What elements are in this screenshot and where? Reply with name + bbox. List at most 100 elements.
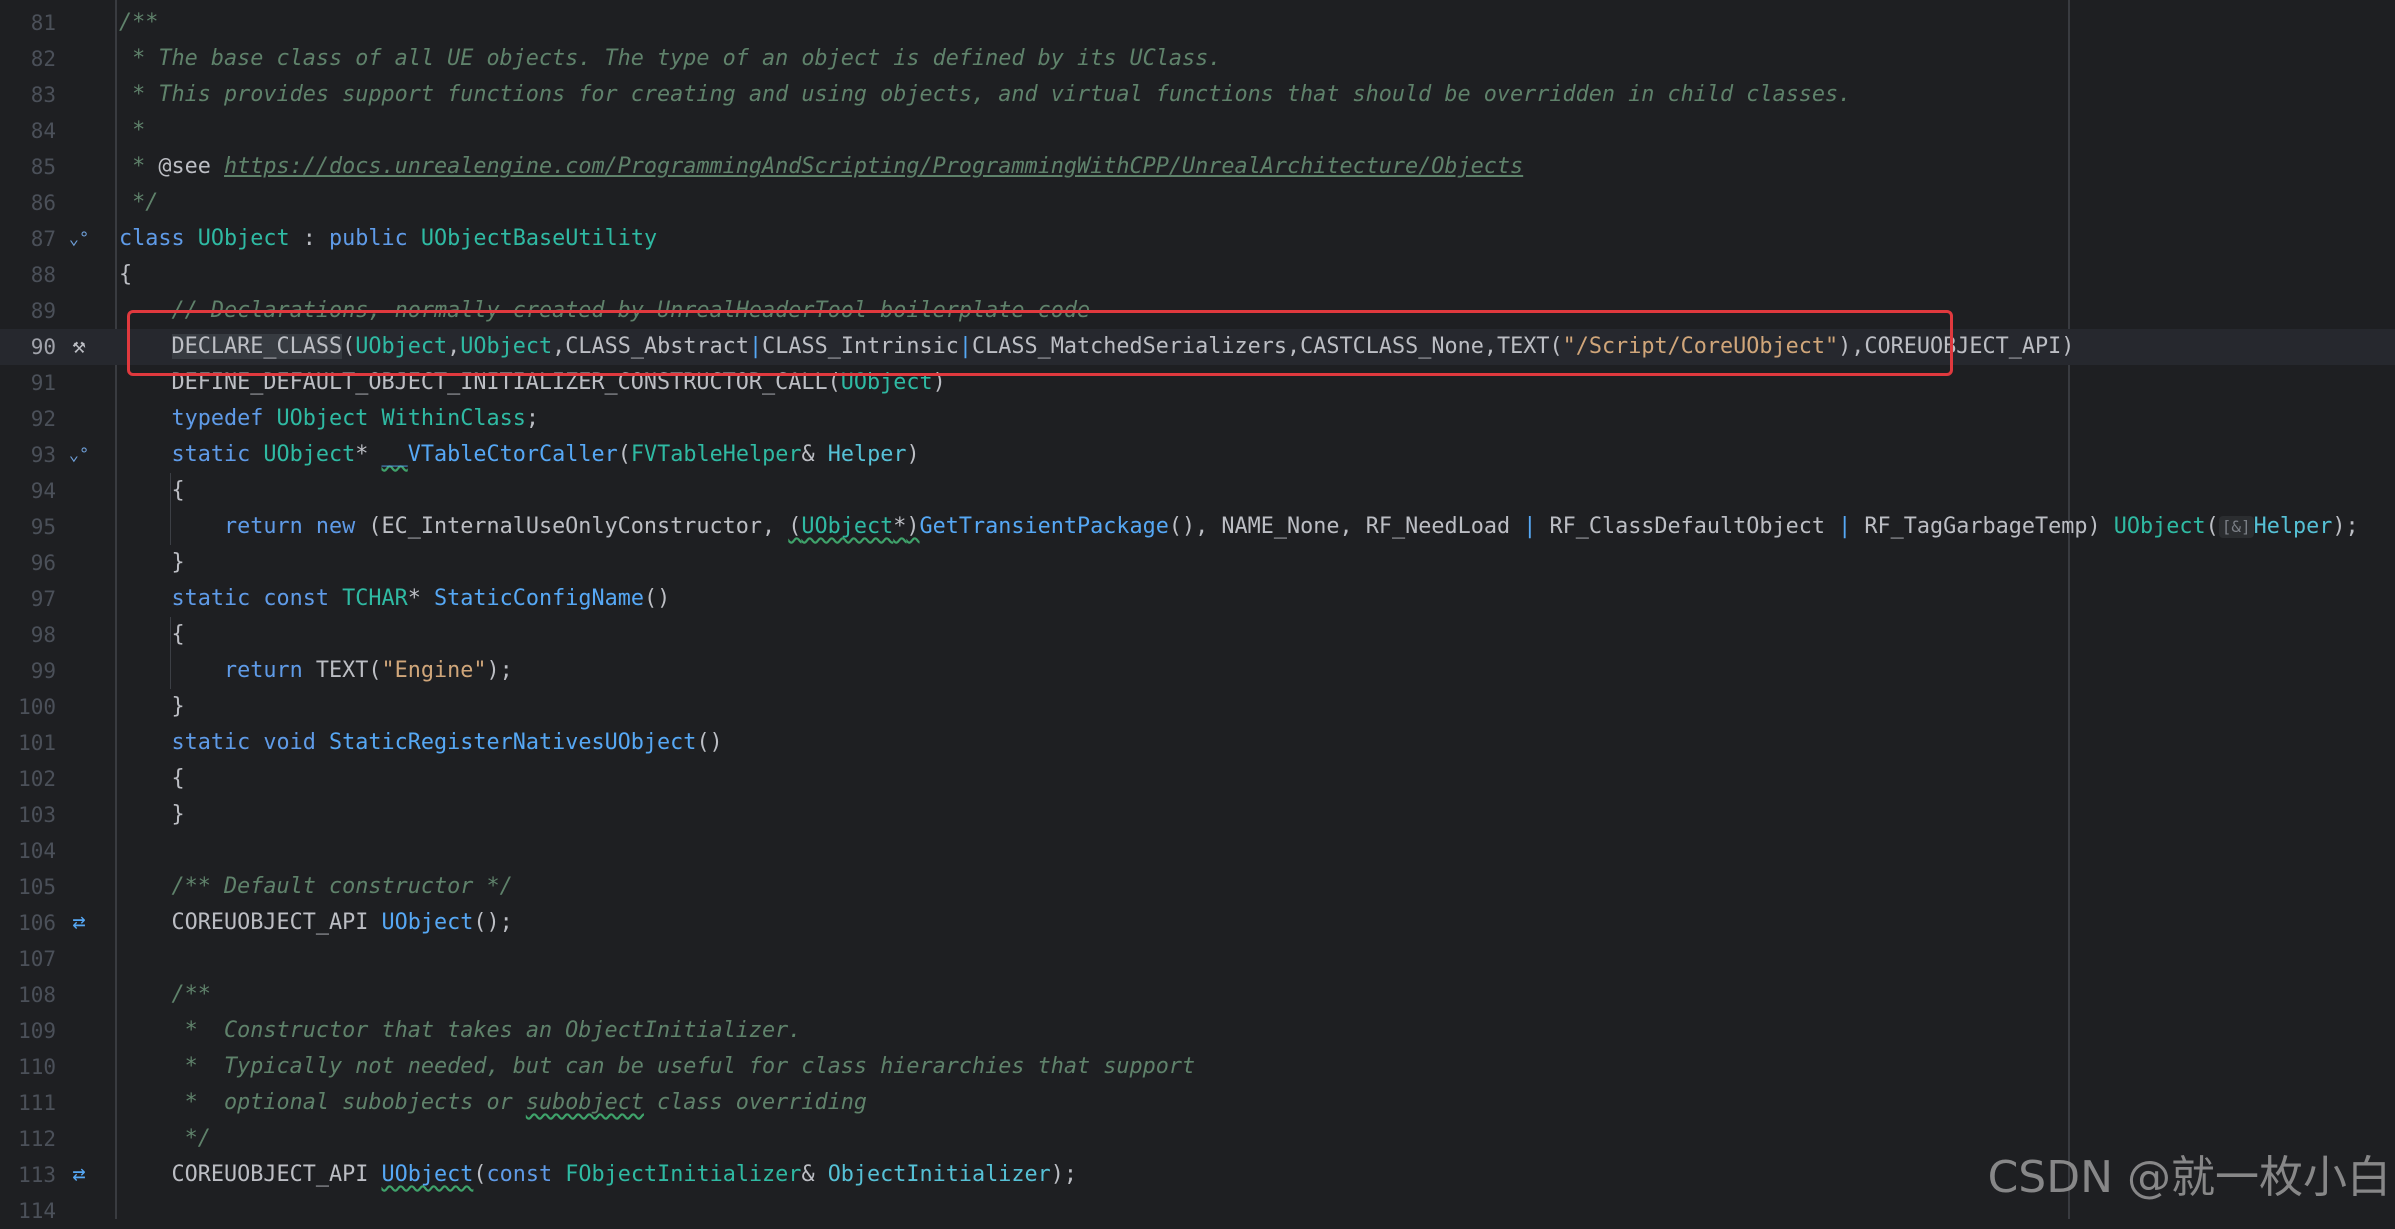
line-number[interactable]: 104 [0, 833, 56, 869]
code-line[interactable]: 95 return new (EC_InternalUseOnlyConstru… [0, 473, 2395, 545]
code-text[interactable]: { [119, 473, 184, 509]
line-number[interactable]: 105 [0, 869, 56, 905]
line-number[interactable]: 112 [0, 1121, 56, 1157]
code-text[interactable]: class UObject : public UObjectBaseUtilit… [119, 221, 657, 257]
code-line[interactable]: 108 /** [0, 977, 2395, 1013]
line-number[interactable]: 83 [0, 77, 56, 113]
line-number[interactable]: 85 [0, 149, 56, 185]
line-number[interactable]: 91 [0, 365, 56, 401]
code-text[interactable]: * Constructor that takes an ObjectInitia… [119, 1013, 802, 1049]
swap-icon[interactable]: ⇄ [62, 905, 96, 941]
line-number[interactable]: 101 [0, 725, 56, 761]
code-line[interactable]: 94 { [0, 473, 2395, 509]
code-text[interactable]: return TEXT("Engine"); [119, 653, 513, 689]
code-text[interactable]: * optional subobjects or subobject class… [119, 1085, 867, 1121]
code-text[interactable]: } [119, 689, 184, 725]
code-line[interactable]: 105 /** Default constructor */ [0, 869, 2395, 905]
code-text[interactable]: * @see https://docs.unrealengine.com/Pro… [119, 149, 1523, 185]
code-line[interactable]: 111 * optional subobjects or subobject c… [0, 1085, 2395, 1121]
code-line[interactable]: 101 static void StaticRegisterNativesUOb… [0, 725, 2395, 761]
code-line[interactable]: 82 * The base class of all UE objects. T… [0, 41, 2395, 77]
code-line[interactable]: 106 ⇄ COREUOBJECT_API UObject(); [0, 905, 2395, 941]
line-number[interactable]: 82 [0, 41, 56, 77]
code-text[interactable]: * The base class of all UE objects. The … [119, 41, 1221, 77]
override-down-icon[interactable]: ⌄° [62, 437, 96, 473]
line-number[interactable]: 87 [0, 221, 56, 257]
code-text[interactable]: * This provides support functions for cr… [119, 77, 1851, 113]
code-line[interactable]: 81 /** [0, 5, 2395, 41]
code-line[interactable]: 88 { [0, 257, 2395, 293]
code-text[interactable]: */ [119, 185, 158, 221]
line-number[interactable]: 94 [0, 473, 56, 509]
code-line[interactable]: 100 } [0, 689, 2395, 725]
code-line[interactable]: 110 * Typically not needed, but can be u… [0, 1049, 2395, 1085]
line-number[interactable]: 86 [0, 185, 56, 221]
code-text[interactable]: { [119, 761, 184, 797]
line-number[interactable]: 93 [0, 437, 56, 473]
code-line[interactable]: 96 } [0, 545, 2395, 581]
line-number[interactable]: 106 [0, 905, 56, 941]
line-number[interactable]: 90 [0, 329, 56, 365]
code-text[interactable]: */ [119, 1121, 211, 1157]
line-number[interactable]: 100 [0, 689, 56, 725]
line-number[interactable]: 102 [0, 761, 56, 797]
line-number[interactable]: 89 [0, 293, 56, 329]
code-line[interactable]: 83 * This provides support functions for… [0, 77, 2395, 113]
code-line[interactable]: 87 ⌄° class UObject : public UObjectBaseUt… [0, 221, 2395, 257]
code-line[interactable]: 84 * [0, 113, 2395, 149]
code-text[interactable]: typedef UObject WithinClass; [119, 401, 539, 437]
code-text[interactable]: /** Default constructor */ [119, 869, 513, 905]
code-text[interactable]: * Typically not needed, but can be usefu… [119, 1049, 1195, 1085]
line-number[interactable]: 113 [0, 1157, 56, 1193]
line-number[interactable]: 107 [0, 941, 56, 977]
line-number[interactable]: 114 [0, 1193, 56, 1229]
line-number[interactable]: 103 [0, 797, 56, 833]
code-text[interactable]: /** [119, 977, 211, 1013]
code-editor[interactable]: 81 /** 82 * The base class of all UE objec… [0, 0, 2395, 1223]
override-down-icon[interactable]: ⌄° [62, 221, 96, 257]
code-line[interactable]: 97 static const TCHAR* StaticConfigName(… [0, 581, 2395, 617]
line-number[interactable]: 108 [0, 977, 56, 1013]
line-number[interactable]: 84 [0, 113, 56, 149]
line-number[interactable]: 97 [0, 581, 56, 617]
code-line[interactable]: 85 * @see https://docs.unrealengine.com/… [0, 149, 2395, 185]
code-line[interactable]: 102 { [0, 761, 2395, 797]
code-token: const [486, 1162, 566, 1187]
line-number[interactable]: 109 [0, 1013, 56, 1049]
line-number[interactable]: 110 [0, 1049, 56, 1085]
line-number[interactable]: 111 [0, 1085, 56, 1121]
hammer-icon[interactable]: ⚒ [62, 329, 96, 365]
line-number[interactable]: 96 [0, 545, 56, 581]
code-text[interactable]: { [119, 617, 184, 653]
code-text[interactable]: return new (EC_InternalUseOnlyConstructo… [119, 509, 2359, 545]
line-number[interactable]: 88 [0, 257, 56, 293]
code-line[interactable]: 86 */ [0, 185, 2395, 221]
code-line[interactable]: 104 [0, 833, 2395, 869]
code-line[interactable]: 103 } [0, 797, 2395, 833]
code-text[interactable]: static void StaticRegisterNativesUObject… [119, 725, 723, 761]
line-number[interactable]: 95 [0, 509, 56, 545]
code-text[interactable]: COREUOBJECT_API UObject(); [119, 905, 512, 941]
code-token: RF_ClassDefaultObject [1536, 514, 1839, 539]
code-text[interactable]: static const TCHAR* StaticConfigName() [119, 581, 671, 617]
code-text[interactable]: { [119, 257, 132, 293]
code-text[interactable]: } [119, 545, 184, 581]
line-number[interactable]: 99 [0, 653, 56, 689]
code-text[interactable]: static UObject* __VTableCtorCaller(FVTab… [119, 437, 920, 473]
code-text[interactable]: * [119, 113, 145, 149]
line-number[interactable]: 81 [0, 5, 56, 41]
code-line[interactable]: 93 ⌄° static UObject* __VTableCtorCaller(… [0, 437, 2395, 473]
code-line[interactable]: 98 { [0, 617, 2395, 653]
line-number[interactable]: 92 [0, 401, 56, 437]
code-line[interactable]: 109 * Constructor that takes an ObjectIn… [0, 1013, 2395, 1049]
code-text[interactable]: /** [119, 5, 158, 41]
code-text[interactable]: } [119, 797, 184, 833]
swap-icon[interactable]: ⇄ [62, 1157, 96, 1193]
line-number[interactable]: 98 [0, 617, 56, 653]
code-text[interactable]: COREUOBJECT_API UObject(const FObjectIni… [119, 1157, 1077, 1193]
doc-link[interactable]: https://docs.unrealengine.com/Programmin… [224, 154, 1523, 179]
code-line[interactable]: 92 typedef UObject WithinClass; [0, 401, 2395, 437]
code-line[interactable]: 99 return TEXT("Engine"); [0, 617, 2395, 689]
code-line[interactable]: 107 [0, 941, 2395, 977]
